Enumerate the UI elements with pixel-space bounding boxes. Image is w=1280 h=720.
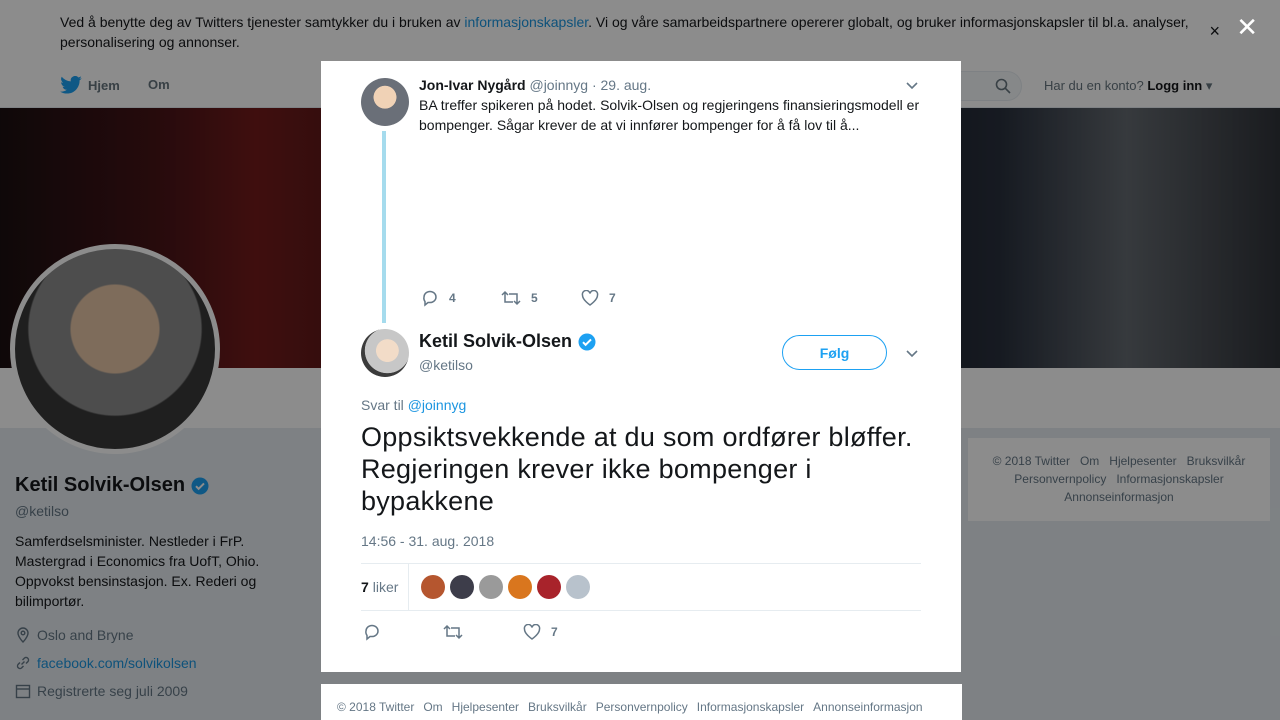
retweet-button[interactable] [443, 623, 523, 641]
reply-to: Svar til @joinnyg [361, 397, 466, 413]
parent-tweet-avatar[interactable] [361, 78, 409, 126]
main-tweet-author-row: Ketil Solvik-Olsen [419, 331, 596, 352]
reply-to-label: Svar til [361, 397, 404, 413]
liker-avatar[interactable] [508, 575, 532, 599]
like-button[interactable]: 7 [523, 623, 603, 641]
retweet-icon [443, 624, 463, 640]
retweet-icon [501, 290, 521, 306]
heart-icon [523, 624, 541, 640]
liker-avatars [416, 575, 590, 599]
likes-count-link[interactable]: 7 liker [361, 563, 409, 611]
liker-avatar[interactable] [479, 575, 503, 599]
reply-count: 4 [449, 291, 456, 305]
footer-copyright: © 2018 Twitter [337, 700, 415, 714]
likes-label: liker [372, 579, 399, 595]
heart-icon [581, 290, 599, 306]
retweet-count: 5 [531, 291, 538, 305]
liker-avatar[interactable] [421, 575, 445, 599]
like-button[interactable]: 7 [581, 289, 661, 307]
main-tweet-handle[interactable]: @ketilso [419, 357, 473, 373]
likes-count: 7 [361, 579, 369, 595]
like-count: 7 [609, 291, 616, 305]
main-tweet-timestamp[interactable]: 14:56 - 31. aug. 2018 [361, 533, 494, 549]
modal-footer: © 2018 Twitter Om Hjelpesenter Bruksvilkår P… [321, 684, 962, 720]
footer-link-terms[interactable]: Bruksvilkår [528, 700, 587, 714]
footer-link-cookies[interactable]: Informasjonskapsler [697, 700, 804, 714]
liker-avatar[interactable] [537, 575, 561, 599]
verified-badge-icon [578, 333, 596, 350]
reply-to-handle[interactable]: @joinnyg [408, 397, 467, 413]
reply-icon [365, 624, 379, 641]
retweet-button[interactable]: 5 [501, 289, 581, 307]
close-icon[interactable]: ✕ [1236, 12, 1258, 43]
footer-link-privacy[interactable]: Personvernpolicy [596, 700, 688, 714]
reply-button[interactable] [363, 623, 443, 641]
footer-link-help[interactable]: Hjelpesenter [452, 700, 519, 714]
main-tweet-actions: 7 [363, 623, 603, 641]
parent-tweet-handle[interactable]: @joinnyg [529, 77, 588, 93]
parent-tweet-header: Jon-Ivar Nygård @joinnyg · 29. aug. [419, 77, 651, 93]
chevron-down-icon[interactable] [904, 77, 920, 93]
liker-avatar[interactable] [450, 575, 474, 599]
reply-icon [423, 290, 437, 307]
reply-button[interactable]: 4 [421, 289, 501, 307]
parent-tweet-date[interactable]: · 29. aug. [592, 77, 651, 93]
footer-link-about[interactable]: Om [423, 700, 442, 714]
parent-tweet-author[interactable]: Jon-Ivar Nygård [419, 77, 526, 93]
like-count: 7 [551, 625, 558, 639]
tweet-modal: Jon-Ivar Nygård @joinnyg · 29. aug. BA t… [321, 61, 961, 672]
parent-tweet-actions: 4 5 7 [421, 289, 661, 307]
main-tweet-author[interactable]: Ketil Solvik-Olsen [419, 331, 572, 352]
follow-button[interactable]: Følg [782, 335, 887, 370]
footer-link-ads[interactable]: Annonseinformasjon [813, 700, 922, 714]
main-tweet-text: Oppsiktsvekkende at du som ordfører bløf… [361, 422, 913, 516]
main-tweet-avatar[interactable] [361, 329, 409, 377]
thread-line [382, 131, 386, 323]
parent-tweet-text: BA treffer spikeren på hodet. Solvik-Ols… [419, 97, 920, 133]
likes-summary: 7 liker [361, 563, 921, 611]
chevron-down-icon[interactable] [904, 345, 920, 361]
liker-avatar[interactable] [566, 575, 590, 599]
